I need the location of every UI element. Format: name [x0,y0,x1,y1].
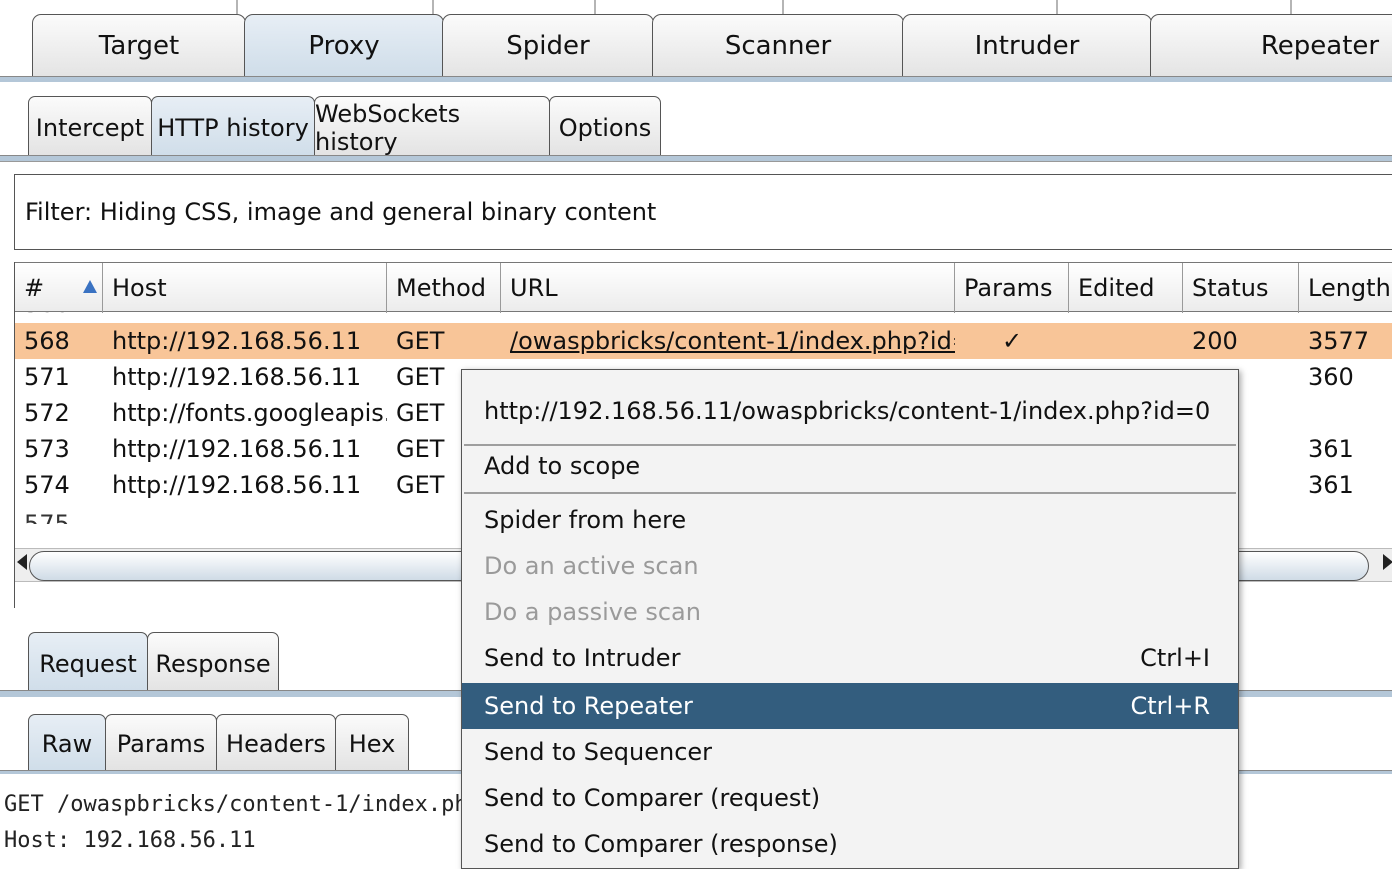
menu-item-label: Send to Repeater [484,692,693,720]
cell-length: 360 [1308,363,1354,391]
tab-divider [594,0,596,14]
column-header-host[interactable]: Host [103,263,387,313]
menu-item-send-to-repeater[interactable]: Send to Repeater Ctrl+R [462,683,1238,729]
column-header-status[interactable]: Status [1183,263,1299,313]
cell-params: ✓ [1001,327,1023,355]
menu-shortcut: Ctrl+I [1140,644,1210,672]
cell-number: 572 [24,399,70,427]
cell-host: http://192.168.56.11 [112,435,362,463]
top-tab-bar: Target Proxy Spider Scanner Intruder Rep… [0,0,1392,82]
tab-http-history[interactable]: HTTP history [151,96,315,158]
menu-item-send-to-comparer-response[interactable]: Send to Comparer (response) [462,821,1238,867]
column-header-length[interactable]: Length [1299,263,1392,313]
cell-host: http://fonts.googleapis.... [112,399,387,427]
column-header-edited[interactable]: Edited [1069,263,1183,313]
subtab-underline [0,155,1392,162]
menu-item-add-to-scope[interactable]: Add to scope [462,443,1238,489]
cell-number: 575 [24,510,70,524]
cell-number: 574 [24,471,70,499]
context-menu: http://192.168.56.11/owaspbricks/content… [461,369,1239,869]
cell-method: GET [396,327,445,355]
tab-repeater[interactable]: Repeater [1150,14,1392,76]
raw-request-line: Host: 192.168.56.11 [4,828,256,853]
scroll-left-arrow-icon[interactable] [17,554,27,570]
tab-intruder[interactable]: Intruder [902,14,1152,76]
scroll-right-arrow-icon[interactable] [1383,554,1392,570]
tab-bar-underline [0,76,1392,82]
column-header-method[interactable]: Method [387,263,501,313]
cell-length: 3577 [1308,327,1370,355]
menu-item-active-scan[interactable]: Do an active scan [462,543,1238,589]
tab-raw[interactable]: Raw [28,714,106,772]
tab-options[interactable]: Options [549,96,661,158]
tab-divider [782,0,784,14]
cell-status: 200 [1192,327,1238,355]
column-header-params[interactable]: Params [955,263,1069,313]
tab-target[interactable]: Target [32,14,246,76]
tab-hex[interactable]: Hex [335,714,409,772]
cell-url: /owaspbricks/content-1/index.php?id=0 [510,327,955,355]
tab-scanner[interactable]: Scanner [652,14,904,76]
cell-edited [1069,323,1183,359]
tab-headers[interactable]: Headers [216,714,336,772]
tab-intercept[interactable]: Intercept [28,96,152,158]
tab-request[interactable]: Request [28,632,148,694]
menu-item-label: Send to Intruder [484,644,681,672]
column-header-number[interactable]: # [15,263,103,313]
sort-ascending-icon [83,280,97,293]
tab-websockets-history[interactable]: WebSockets history [314,96,550,158]
cell-number: 568 [24,327,70,355]
cell-length [1299,395,1392,431]
menu-item-send-to-sequencer[interactable]: Send to Sequencer [462,729,1238,775]
tab-proxy[interactable]: Proxy [244,14,444,76]
cell-host: http://192.168.56.11 [112,471,362,499]
menu-item-passive-scan[interactable]: Do a passive scan [462,589,1238,635]
tab-response[interactable]: Response [147,632,279,694]
tab-divider [432,0,434,14]
cell-number: 573 [24,435,70,463]
menu-item-send-to-comparer-request[interactable]: Send to Comparer (request) [462,775,1238,821]
table-row-partial[interactable]: 566 [15,312,1392,322]
tab-spider[interactable]: Spider [442,14,654,76]
cell-host: http://192.168.56.11 [112,327,362,355]
cell-number: 571 [24,363,70,391]
column-header-url[interactable]: URL [501,263,955,313]
tab-divider [1290,0,1292,14]
cell-host: http://192.168.56.11 [112,363,362,391]
tab-divider [1056,0,1058,14]
cell-length: 361 [1308,471,1354,499]
tab-params[interactable]: Params [105,714,217,772]
menu-shortcut: Ctrl+R [1130,692,1211,720]
filter-text: Filter: Hiding CSS, image and general bi… [25,198,657,226]
menu-url-label: http://192.168.56.11/owaspbricks/content… [484,397,1211,425]
raw-request-line: GET /owaspbricks/content-1/index.ph [4,792,468,817]
menu-separator [464,492,1236,494]
menu-item-send-to-intruder[interactable]: Send to Intruder Ctrl+I [462,635,1238,681]
menu-item-spider-from-here[interactable]: Spider from here [462,497,1238,543]
cell-number: 566 [15,312,103,322]
filter-bar[interactable]: Filter: Hiding CSS, image and general bi… [14,174,1392,250]
tab-divider [236,0,238,14]
cell-length: 361 [1308,435,1354,463]
table-header: # Host Method URL Params Edited Status L… [15,262,1392,313]
table-row-selected[interactable]: 568 http://192.168.56.11 GET /owaspbrick… [15,323,1392,359]
